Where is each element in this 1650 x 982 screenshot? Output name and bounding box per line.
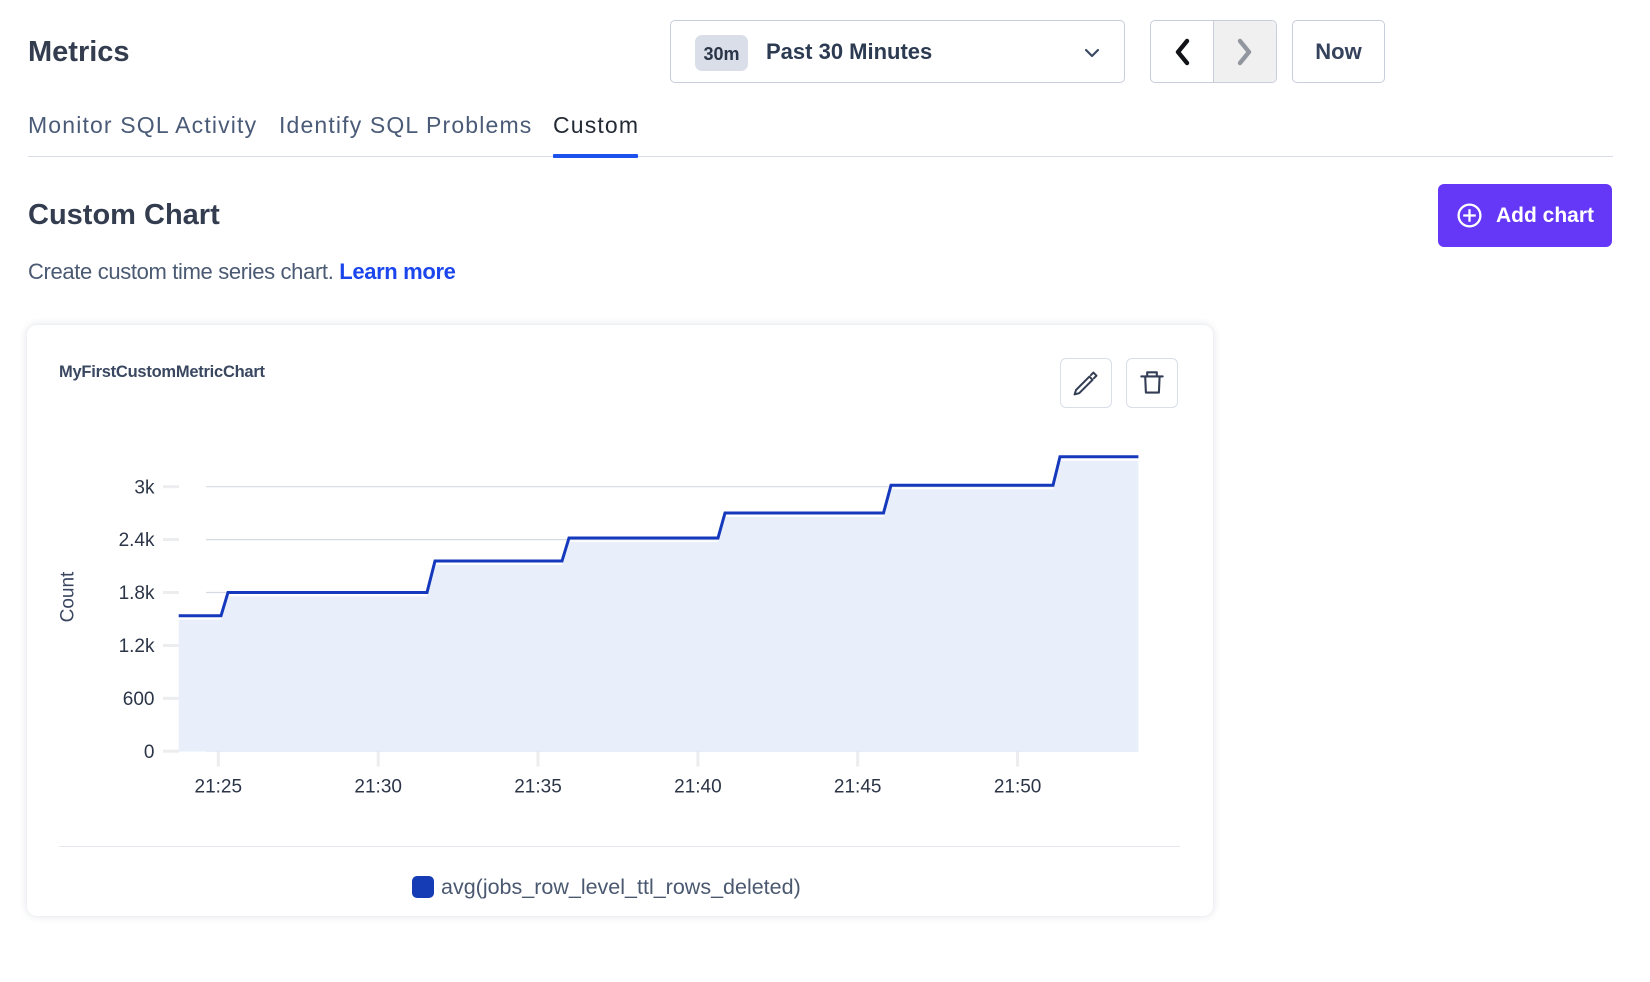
svg-text:21:35: 21:35 (514, 777, 562, 798)
svg-text:21:30: 21:30 (354, 777, 402, 798)
svg-text:3k: 3k (134, 477, 155, 498)
svg-text:2.4k: 2.4k (119, 530, 155, 551)
svg-text:21:25: 21:25 (195, 777, 243, 798)
svg-text:21:45: 21:45 (834, 777, 882, 798)
svg-text:1.8k: 1.8k (119, 583, 155, 604)
svg-text:600: 600 (123, 689, 155, 710)
svg-text:Count: Count (58, 571, 79, 622)
svg-text:21:50: 21:50 (994, 777, 1042, 798)
svg-text:21:40: 21:40 (674, 777, 722, 798)
svg-text:0: 0 (144, 742, 155, 763)
svg-text:1.2k: 1.2k (119, 636, 155, 657)
